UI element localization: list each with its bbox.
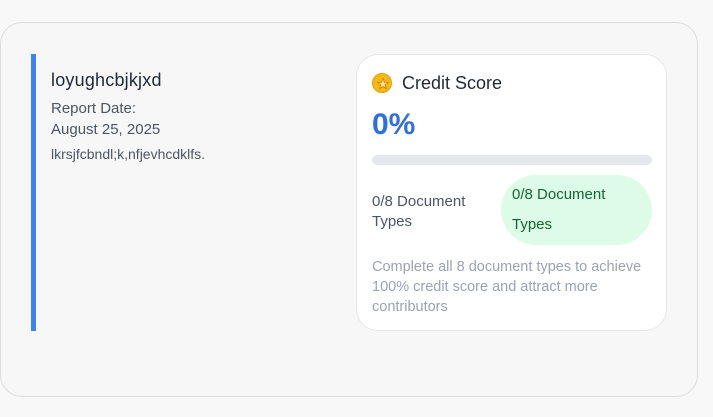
report-info-panel: loyughcbjkjxd Report Date: August 25, 20… xyxy=(31,54,331,331)
report-date-label: Report Date: xyxy=(51,100,137,117)
credit-score-title: Credit Score xyxy=(402,73,503,93)
credit-score-hint: Complete all 8 document types to achieve… xyxy=(372,259,642,315)
credit-score-percent: 0% xyxy=(372,108,416,141)
credit-score-card: Credit Score 0% 0/8 Document Types 0/8 D… xyxy=(356,54,667,331)
report-date-value: August 25, 2025 xyxy=(51,121,161,138)
credit-progress-bar xyxy=(372,155,652,165)
report-description: lkrsjfcbndl;k,nfjevhcdklfs. xyxy=(51,146,206,162)
star-coin-icon xyxy=(372,73,392,93)
report-title: loyughcbjkjxd xyxy=(51,70,162,90)
document-types-badge: 0/8 Document Types xyxy=(501,175,652,245)
document-types-count: 0/8 Document Types xyxy=(372,193,466,230)
